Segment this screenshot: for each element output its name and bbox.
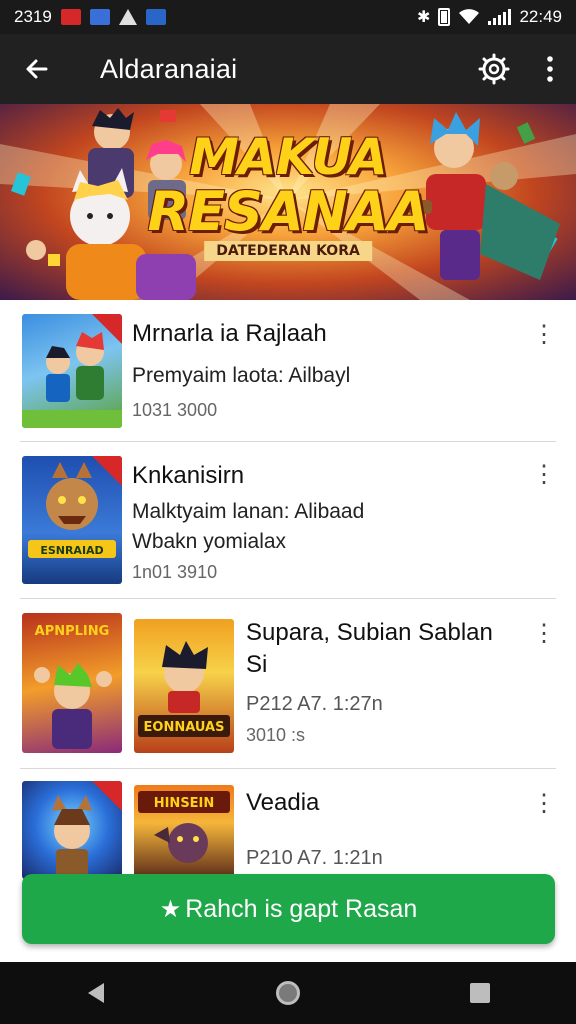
new-badge-icon [92,456,122,486]
arrow-left-icon [26,59,48,79]
wifi-icon [459,9,480,24]
game-thumbnail: ESNRAIAD [22,456,122,584]
banner-title-line1: MAKUA [189,128,387,186]
system-nav-bar [0,962,576,1024]
status-left: 2319 [14,7,166,27]
thumbnail-art: HINSEIN [138,791,230,863]
settings-button[interactable] [464,34,524,104]
item-title-2: Si [246,651,268,678]
item-subtitle-2: Wbakn yomialax [132,530,287,553]
status-bar: 2319 ✱ 22:49 [0,0,576,34]
list-item[interactable]: HINSEIN Veadia P210 A7. 1:21n ⋮ [20,769,556,879]
recents-square-icon [470,983,490,1003]
app-icon [145,9,166,25]
nav-recents-button[interactable] [440,962,520,1024]
featured-banner[interactable]: MAKUA RESANAA DATEDERAN KORA [0,104,576,300]
battery-icon [438,8,451,26]
item-title: Veadia [246,789,320,816]
new-badge-icon [92,781,122,811]
more-vertical-icon [547,56,553,82]
thumbnail-caption: EONNAUAS [144,720,225,735]
item-meta: 1n01 3910 [132,562,218,582]
mail-icon [60,9,81,25]
item-title: Mrnarla ia Rajlaah [132,320,327,347]
app-screen: 2319 ✱ 22:49 Aldaranaiai MAKUA RESANAA D… [0,0,576,1024]
thumbnail-art: EONNAUAS [138,641,230,737]
gear-icon [478,53,510,85]
app-bar: Aldaranaiai [0,34,576,104]
status-time-right: 22:49 [519,7,562,26]
more-options-button[interactable] [524,34,576,104]
game-thumbnail: APNPLING [22,613,122,753]
warning-icon [118,9,137,25]
back-triangle-icon [88,983,104,1003]
thumbnail-caption: ESNRAIAD [40,544,103,557]
game-thumbnail [22,781,122,879]
signal-icon [488,9,512,25]
list-item[interactable]: ESNRAIAD Knkanisirn Malktyaim lanan: Ali… [20,442,556,599]
home-circle-icon [276,981,300,1005]
primary-action-label: Rahch is gapt Rasan [185,894,418,923]
star-icon: ★ [159,895,182,923]
item-more-button[interactable]: ⋮ [532,789,556,819]
item-more-button[interactable]: ⋮ [532,460,556,490]
thumbnail-caption: HINSEIN [154,796,215,811]
item-meta: 1031 3000 [132,400,218,420]
game-thumbnail-secondary: EONNAUAS [134,619,234,753]
list-item[interactable]: APNPLING EONNAUAS Supara, Subian Sablan … [20,599,556,769]
status-right: ✱ 22:49 [417,7,562,27]
item-subtitle: Malktyaim lanan: Alibaad [132,500,365,523]
item-subtitle: P210 A7. 1:21n [246,847,383,869]
item-title: Knkanisirn [132,462,245,489]
item-subtitle: P212 A7. 1:27n [246,693,383,715]
item-more-button[interactable]: ⋮ [532,320,556,350]
page-title: Aldaranaiai [100,53,238,84]
thumbnail-art: APNPLING [34,624,112,749]
bluetooth-icon: ✱ [417,9,431,26]
game-thumbnail-secondary: HINSEIN [134,785,234,879]
item-subtitle: Premyaim laota: Ailbayl [132,364,351,387]
nav-home-button[interactable] [248,962,328,1024]
primary-action-button[interactable]: ★ Rahch is gapt Rasan [22,874,555,944]
banner-subtitle: DATEDERAN KORA [204,241,372,261]
banner-title-line2: RESANAA [147,180,430,243]
new-badge-icon [92,314,122,344]
item-meta: 3010 :s [246,725,306,745]
nav-back-button[interactable] [56,962,136,1024]
list-item[interactable]: Mrnarla ia Rajlaah Premyaim laota: Ailba… [20,300,556,442]
game-thumbnail [22,314,122,428]
item-more-button[interactable]: ⋮ [532,619,556,649]
message-icon [89,9,110,25]
item-title: Supara, Subian Sablan [246,619,493,646]
thumbnail-caption: APNPLING [35,624,110,639]
back-button[interactable] [0,34,74,104]
status-time-left: 2319 [14,7,52,26]
